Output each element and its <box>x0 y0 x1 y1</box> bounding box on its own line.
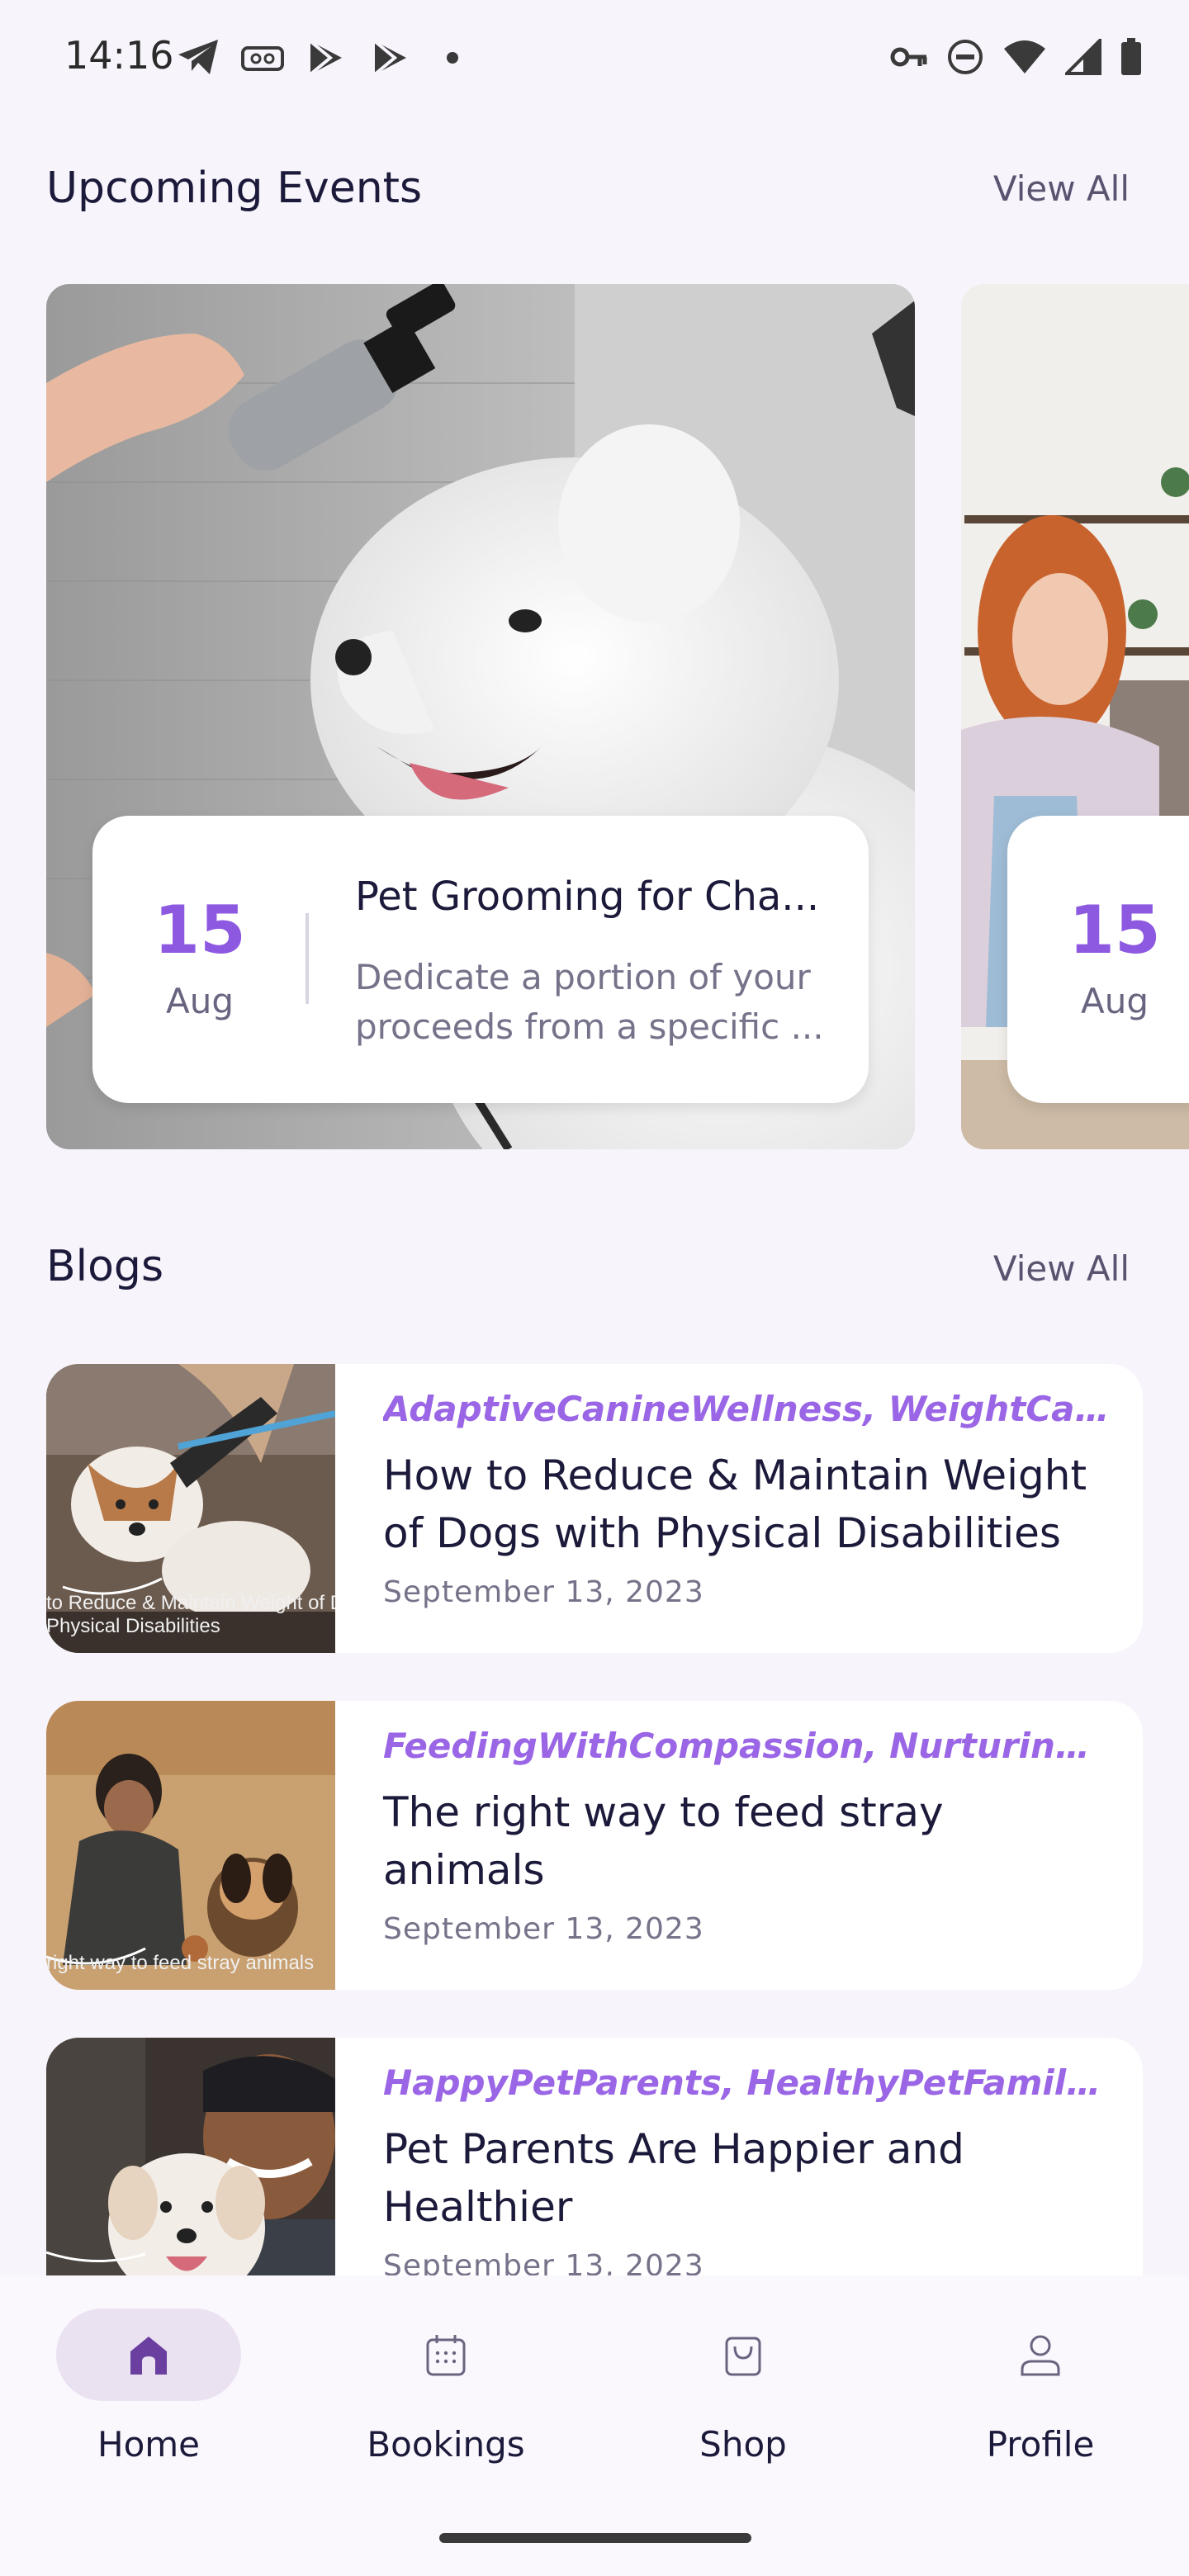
events-view-all-link[interactable]: View All <box>993 168 1130 209</box>
blog-thumbnail: right way to feed stray animals <box>46 1701 335 1990</box>
blog-date: September 13, 2023 <box>383 2249 704 2275</box>
upcoming-events-title: Upcoming Events <box>46 163 423 213</box>
nav-item-shop[interactable]: Shop <box>594 2308 892 2498</box>
event-date-day: 15 <box>154 892 246 968</box>
home-icon <box>130 2337 167 2375</box>
blog-thumbnail-caption-line: right way to feed stray animals <box>46 1952 315 1974</box>
blog-thumbnail-caption: right way to feed stray animals <box>46 1952 314 1975</box>
event-info-card[interactable]: 15 Aug Pet Grooming for Cha... Dedicate … <box>92 816 869 1103</box>
blog-card[interactable]: HappyPetParents, HealthyPetFamilies Pet … <box>46 2038 1143 2275</box>
event-card[interactable]: 15 Aug Pet Grooming for Cha... Dedicate … <box>46 284 915 1149</box>
signal-icon <box>1065 39 1101 75</box>
blog-thumbnail-caption-line: to Reduce & Maintain Weight of Do <box>46 1592 335 1614</box>
event-card[interactable]: 15 Aug <box>961 284 1189 1149</box>
dot-icon <box>447 52 458 64</box>
battery-icon <box>1121 38 1141 75</box>
blogs-title: Blogs <box>46 1242 164 1291</box>
home-indicator[interactable] <box>439 2533 751 2543</box>
blog-thumbnail-caption: to Reduce & Maintain Weight of Do Physic… <box>46 1592 335 1638</box>
blog-card[interactable]: to Reduce & Maintain Weight of Do Physic… <box>46 1364 1143 1653</box>
nav-label: Home <box>97 2424 201 2465</box>
event-date-day: 15 <box>1068 892 1161 968</box>
event-date-month: Aug <box>165 981 234 1021</box>
event-description-line: Dedicate a portion of your <box>355 957 811 997</box>
calendar-icon <box>426 2335 466 2376</box>
event-date-month: Aug <box>1080 981 1149 1021</box>
telegram-icon <box>178 40 218 74</box>
blog-thumbnail: to Reduce & Maintain Weight of Do Physic… <box>46 1364 335 1653</box>
nav-label: Profile <box>986 2424 1095 2465</box>
wifi-icon <box>1004 40 1045 73</box>
blogs-view-all-link[interactable]: View All <box>993 1248 1130 1289</box>
blog-tags: AdaptiveCanineWellness, WeightCare... <box>383 1389 1110 1429</box>
nav-label: Bookings <box>367 2424 525 2465</box>
blog-title: The right way to feed stray animals <box>383 1788 944 1894</box>
status-bar: 14:16 <box>0 0 1189 116</box>
blog-thumbnail-image <box>46 2038 335 2275</box>
event-description: Dedicate a portion of your proceeds from… <box>355 953 842 1052</box>
blog-thumbnail-caption-line: Physical Disabilities <box>46 1615 220 1637</box>
event-description-line: proceeds from a specific ... <box>355 1006 824 1047</box>
event-title: Pet Grooming for Cha... <box>355 874 820 920</box>
dnd-icon <box>948 40 983 74</box>
blog-card[interactable]: right way to feed stray animals FeedingW… <box>46 1701 1143 1990</box>
nav-item-bookings[interactable]: Bookings <box>297 2308 594 2498</box>
blog-title: How to Reduce & Maintain Weight of Dogs … <box>383 1451 1087 1557</box>
status-time: 14:16 <box>64 33 174 78</box>
blog-thumbnail-image <box>46 1701 335 1990</box>
blog-date: September 13, 2023 <box>383 1912 704 1946</box>
voicemail-icon <box>241 46 284 71</box>
shopping-bag-icon <box>725 2337 761 2376</box>
blog-tags: FeedingWithCompassion, NurturingSt... <box>383 1726 1110 1766</box>
nav-label: Shop <box>699 2424 787 2465</box>
nav-item-home[interactable]: Home <box>0 2308 297 2498</box>
events-carousel[interactable]: 15 Aug Pet Grooming for Cha... Dedicate … <box>0 284 1189 1151</box>
play-store-icon <box>309 40 342 76</box>
blog-date: September 13, 2023 <box>383 1575 704 1609</box>
profile-icon <box>1021 2335 1060 2376</box>
blog-thumbnail <box>46 2038 335 2275</box>
status-icons <box>890 38 1143 76</box>
nav-item-profile[interactable]: Profile <box>892 2308 1189 2498</box>
blog-title: Pet Parents Are Happier and Healthier <box>383 2125 964 2231</box>
blogs-list: to Reduce & Maintain Weight of Do Physic… <box>46 1364 1143 2275</box>
bottom-navigation: Home Bookings Shop Profile <box>0 2275 1189 2576</box>
blog-tags: HappyPetParents, HealthyPetFamilies <box>383 2062 1110 2103</box>
vpn-key-icon <box>890 47 927 67</box>
event-info-card[interactable]: 15 Aug <box>1007 816 1189 1103</box>
event-divider <box>306 913 309 1004</box>
play-store-icon <box>373 40 406 76</box>
